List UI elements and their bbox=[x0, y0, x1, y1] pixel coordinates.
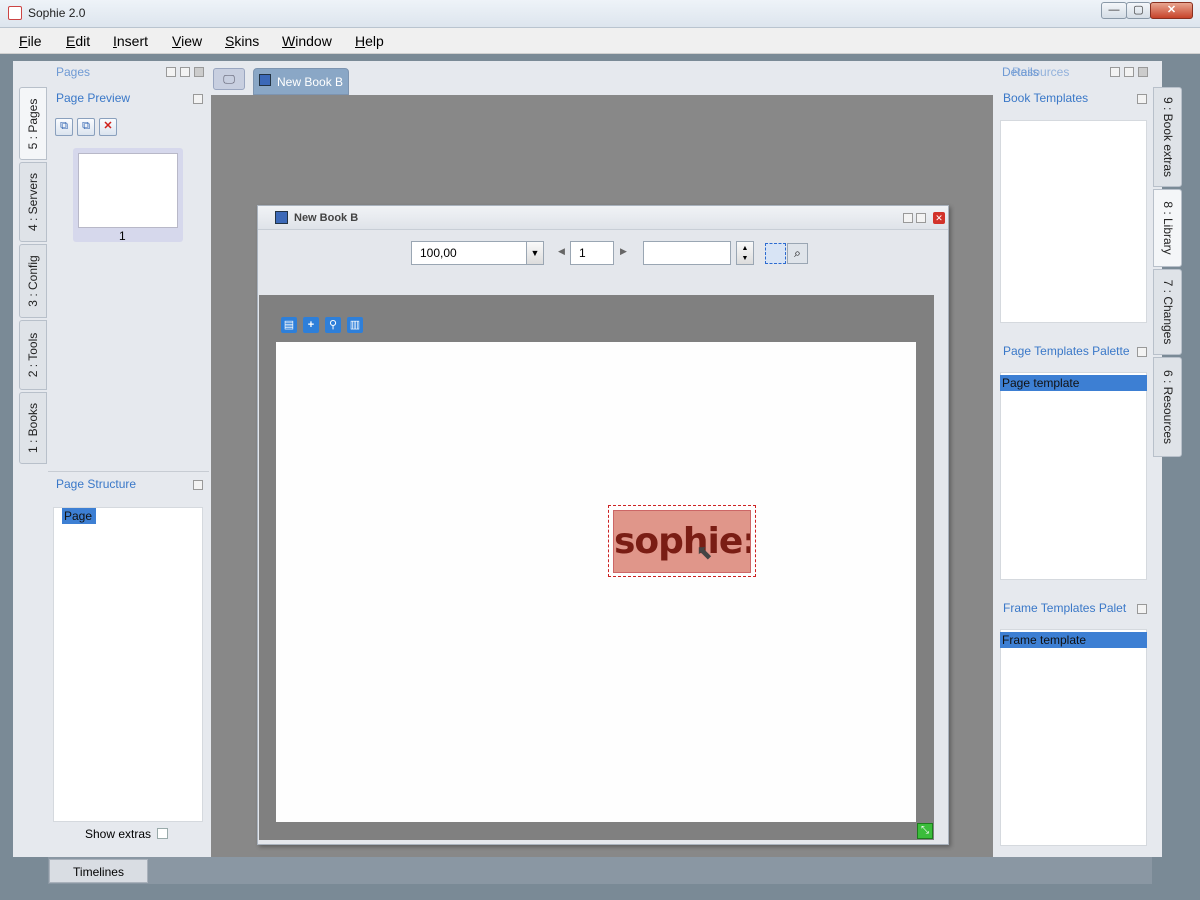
zoom-tool-icon[interactable]: ⌕ bbox=[787, 243, 808, 264]
page-templates-title: Page Templates Palette bbox=[1003, 344, 1130, 358]
tab-book-extras[interactable]: 9 : Book extras bbox=[1153, 87, 1182, 187]
tab-timelines[interactable]: Timelines bbox=[49, 859, 148, 883]
close-button[interactable]: ✕ bbox=[1150, 2, 1193, 19]
detach-icon[interactable] bbox=[180, 67, 190, 77]
page-structure-title: Page Structure bbox=[56, 477, 137, 491]
menu-file[interactable]: File bbox=[19, 33, 42, 49]
copy-page-icon[interactable]: ⧉ bbox=[77, 118, 95, 136]
menu-bar: File Edit Insert View Skins Window Help bbox=[0, 28, 1200, 54]
prev-page-icon[interactable]: ◀ bbox=[558, 246, 565, 257]
show-extras-label: Show extras bbox=[85, 827, 152, 841]
right-close-panel-icon[interactable] bbox=[1138, 67, 1148, 77]
link-icon[interactable]: ⚲ bbox=[325, 317, 341, 333]
sophie-logo-text: sophie: bbox=[614, 521, 751, 562]
frame-templates-list[interactable] bbox=[1000, 629, 1147, 846]
menu-skins[interactable]: Skins bbox=[225, 33, 259, 49]
zoom-input[interactable] bbox=[411, 241, 527, 265]
frame-template-item[interactable]: Frame template bbox=[1000, 632, 1147, 648]
tab-pages[interactable]: 5 : Pages bbox=[19, 87, 47, 160]
next-page-icon[interactable]: ▶ bbox=[620, 246, 627, 257]
show-extras-checkbox[interactable] bbox=[157, 828, 168, 839]
pin-icon[interactable] bbox=[166, 67, 176, 77]
value-spinner-input[interactable] bbox=[643, 241, 731, 265]
book-icon bbox=[259, 74, 271, 86]
bottom-strip bbox=[48, 857, 1152, 884]
menu-insert[interactable]: Insert bbox=[113, 33, 148, 49]
page-preview-detach-icon[interactable] bbox=[193, 94, 203, 104]
page-templates-list[interactable] bbox=[1000, 372, 1147, 580]
tab-servers-label: 4 : Servers bbox=[26, 172, 40, 232]
book-templates-detach-icon[interactable] bbox=[1137, 94, 1147, 104]
tab-changes-label: 7 : Changes bbox=[1160, 279, 1175, 345]
title-bar: Sophie 2.0 — ▢ ✕ bbox=[0, 0, 1200, 28]
menu-view[interactable]: View bbox=[172, 33, 202, 49]
desktop-icon[interactable]: 🖵 bbox=[213, 68, 245, 90]
book-templates-title: Book Templates bbox=[1003, 91, 1089, 105]
zoom-dropdown-button[interactable]: ▼ bbox=[526, 241, 544, 265]
tab-config-label: 3 : Config bbox=[26, 255, 40, 307]
page-structure-detach-icon[interactable] bbox=[193, 480, 203, 490]
book-window-title: New Book B bbox=[294, 212, 359, 224]
page-preview-title: Page Preview bbox=[56, 91, 131, 105]
book-window-maximize-icon[interactable] bbox=[916, 213, 926, 223]
tab-resources-label: 6 : Resources bbox=[1160, 369, 1175, 445]
spinner-buttons[interactable]: ▲ ▼ bbox=[736, 241, 754, 265]
window-title: Sophie 2.0 bbox=[28, 6, 86, 20]
add-frame-icon[interactable]: + bbox=[303, 317, 319, 333]
book-window-close-icon[interactable]: ✕ bbox=[933, 212, 945, 224]
new-page-icon[interactable]: ⧉ bbox=[55, 118, 73, 136]
page-number-input[interactable] bbox=[570, 241, 614, 265]
tab-changes[interactable]: 7 : Changes bbox=[1153, 269, 1182, 355]
page-templates-detach-icon[interactable] bbox=[1137, 347, 1147, 357]
book-window-restore-icon[interactable] bbox=[903, 213, 913, 223]
chart-icon[interactable]: ▥ bbox=[347, 317, 363, 333]
tab-library[interactable]: 8 : Library bbox=[1153, 189, 1182, 267]
tab-config[interactable]: 3 : Config bbox=[19, 244, 47, 318]
right-detach-icon[interactable] bbox=[1124, 67, 1134, 77]
menu-edit[interactable]: Edit bbox=[66, 33, 90, 49]
page-structure-tree[interactable] bbox=[53, 507, 203, 822]
tab-tools[interactable]: 2 : Tools bbox=[19, 320, 47, 390]
book-templates-list[interactable] bbox=[1000, 120, 1147, 323]
tab-books[interactable]: 1 : Books bbox=[19, 392, 47, 464]
tab-books-label: 1 : Books bbox=[26, 402, 40, 454]
pages-panel-header: Pages bbox=[56, 65, 91, 79]
java-app-icon bbox=[8, 6, 22, 20]
book-window-titlebar bbox=[258, 206, 948, 230]
frame-templates-title: Frame Templates Palet bbox=[1003, 601, 1127, 615]
tab-library-label: 8 : Library bbox=[1160, 201, 1175, 255]
delete-page-icon[interactable]: ✕ bbox=[99, 118, 117, 136]
tab-book-extras-label: 9 : Book extras bbox=[1160, 96, 1175, 178]
page-thumb-number: 1 bbox=[119, 229, 126, 243]
tab-servers[interactable]: 4 : Servers bbox=[19, 162, 47, 242]
menu-window[interactable]: Window bbox=[282, 33, 332, 49]
logo-image-frame[interactable]: sophie: bbox=[613, 510, 751, 573]
mouse-cursor-icon: ⬉ bbox=[696, 542, 713, 564]
resize-handle-icon[interactable]: ⤡ bbox=[917, 823, 933, 839]
page-thumbnail[interactable] bbox=[78, 153, 178, 228]
frame-templates-detach-icon[interactable] bbox=[1137, 604, 1147, 614]
tab-resources[interactable]: 6 : Resources bbox=[1153, 357, 1182, 457]
resources-panel-header: Resources bbox=[1012, 65, 1070, 79]
book-window-icon bbox=[275, 211, 288, 224]
tab-new-book-b[interactable]: New Book B bbox=[253, 68, 349, 95]
page-template-item[interactable]: Page template bbox=[1000, 375, 1147, 391]
divider bbox=[48, 471, 209, 472]
maximize-button[interactable]: ▢ bbox=[1126, 2, 1151, 19]
minimize-button[interactable]: — bbox=[1101, 2, 1127, 19]
close-panel-icon[interactable] bbox=[194, 67, 204, 77]
tree-item-page[interactable]: Page bbox=[62, 508, 96, 524]
tab-new-book-b-label: New Book B bbox=[277, 75, 344, 89]
book-page[interactable] bbox=[276, 342, 916, 822]
select-mode-icon[interactable] bbox=[765, 243, 786, 264]
tab-tools-label: 2 : Tools bbox=[26, 332, 40, 378]
right-pin-icon[interactable] bbox=[1110, 67, 1120, 77]
menu-help[interactable]: Help bbox=[355, 33, 384, 49]
new-frame-icon[interactable]: ▤ bbox=[281, 317, 297, 333]
tab-pages-label: 5 : Pages bbox=[26, 98, 40, 149]
